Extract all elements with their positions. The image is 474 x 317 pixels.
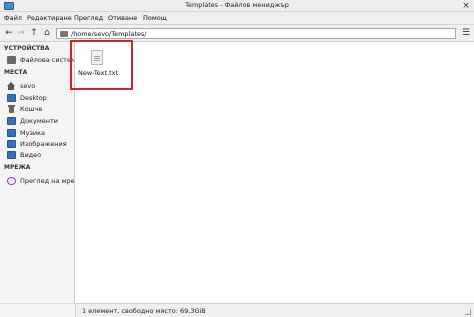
sidebar-item-home[interactable]: sevo <box>0 81 75 91</box>
sidebar-header-network: МРЕЖА <box>4 164 31 171</box>
sidebar-item-browse-network[interactable]: Преглед на мрежата <box>0 176 75 186</box>
menu-help[interactable]: Помощ <box>143 14 167 22</box>
sidebar-item-label: sevo <box>20 82 36 90</box>
sidebar-header-places: МЕСТА <box>4 69 28 76</box>
sidebar-item-label: Документи <box>20 117 58 125</box>
highlight-box <box>70 40 133 90</box>
sidebar-item-label: Преглед на мрежата <box>20 177 74 185</box>
sidebar-item-label: Desktop <box>20 94 47 102</box>
hamburger-menu-button[interactable]: ☰ <box>460 27 472 40</box>
close-button[interactable]: × <box>461 1 471 11</box>
up-button[interactable]: ↑ <box>28 27 40 40</box>
sidebar-item-music[interactable]: Музика <box>0 128 75 138</box>
drive-icon <box>7 56 16 64</box>
location-bar[interactable]: /home/sevo/Templates/ <box>56 28 456 39</box>
folder-icon <box>7 94 16 102</box>
sidebar-item-filesystem[interactable]: Файлова система <box>0 55 75 65</box>
home-icon <box>7 82 16 90</box>
menu-go[interactable]: Отиване <box>108 14 137 22</box>
home-button[interactable]: ⌂ <box>41 27 53 40</box>
sidebar-item-documents[interactable]: Документи <box>0 116 75 126</box>
sidebar-item-label: Музика <box>20 129 46 137</box>
folder-icon <box>60 31 68 37</box>
network-icon <box>7 177 16 185</box>
back-button[interactable]: ← <box>3 27 15 40</box>
status-bar: 1 елемент, свободно място: 69,3GiB <box>76 303 474 317</box>
status-text: 1 елемент, свободно място: 69,3GiB <box>82 307 206 315</box>
menu-view[interactable]: Преглед <box>74 14 103 22</box>
sidebar-item-label: Видео <box>20 151 42 159</box>
menu-bar: Файл Редактиране Преглед Отиване Помощ <box>0 12 474 25</box>
folder-icon <box>7 117 16 125</box>
menu-file[interactable]: Файл <box>4 14 22 22</box>
sidebar-header-devices: УСТРОЙСТВА <box>4 45 50 52</box>
sidebar-item-label: Кошче <box>20 105 43 113</box>
sidebar-item-desktop[interactable]: Desktop <box>0 93 75 103</box>
sidebar-footer <box>0 303 76 317</box>
window-title: Templates - Файлов мениджър <box>185 1 289 9</box>
sidebar: УСТРОЙСТВА Файлова система МЕСТА sevo De… <box>0 42 75 317</box>
sidebar-item-label: Файлова система <box>20 56 74 64</box>
trash-icon <box>7 105 16 113</box>
menu-edit[interactable]: Редактиране <box>27 14 72 22</box>
sidebar-item-label: Изображения <box>20 140 67 148</box>
file-view[interactable]: New-Text.txt <box>76 42 474 303</box>
forward-button[interactable]: → <box>15 27 27 40</box>
location-path: /home/sevo/Templates/ <box>71 30 147 38</box>
sidebar-item-trash[interactable]: Кошче <box>0 104 75 114</box>
title-bar: Templates - Файлов мениджър × <box>0 0 474 12</box>
sidebar-item-videos[interactable]: Видео <box>0 150 75 160</box>
folder-icon <box>7 140 16 148</box>
sidebar-item-pictures[interactable]: Изображения <box>0 139 75 149</box>
folder-icon <box>7 129 16 137</box>
folder-icon <box>7 151 16 159</box>
resize-grip[interactable] <box>465 309 471 315</box>
